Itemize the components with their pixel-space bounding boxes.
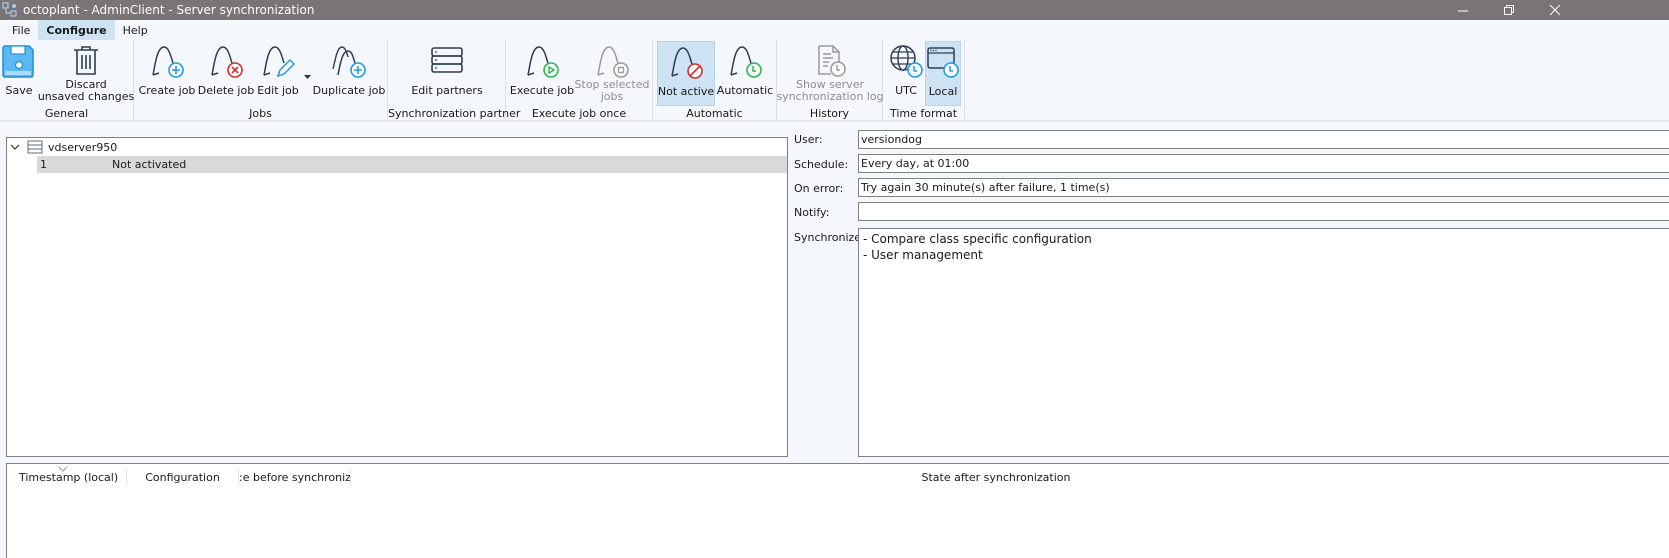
local-label: Local <box>928 85 958 98</box>
edit-job-icon <box>260 43 296 79</box>
automatic-label: Automatic <box>716 84 774 97</box>
app-icon <box>2 2 18 18</box>
ribbon-group-automatic: Not active Automatic Automatic <box>653 40 777 122</box>
job-id: 1 <box>40 158 47 171</box>
close-button[interactable] <box>1532 0 1578 20</box>
synchronize-list[interactable]: - Compare class specific configuration -… <box>858 228 1669 457</box>
edit-job-button[interactable]: Edit job <box>256 41 300 106</box>
duplicate-job-icon <box>331 43 367 79</box>
job-tree: vdserver950 1 Not activated <box>6 137 788 457</box>
on-error-field[interactable]: Try again 30 minute(s) after failure, 1 … <box>858 178 1669 197</box>
schedule-label: Schedule: <box>794 158 849 171</box>
group-label-automatic: Automatic <box>686 107 743 120</box>
group-label-history: History <box>809 107 850 120</box>
stop-job-icon <box>594 43 630 79</box>
trash-icon <box>68 43 104 79</box>
synchronize-item: - Compare class specific configuration <box>863 232 1092 246</box>
edit-partners-label: Edit partners <box>411 84 483 97</box>
stop-selected-jobs-button[interactable]: Stop selected jobs <box>575 41 649 106</box>
group-label-time-format: Time format <box>889 107 958 120</box>
restore-icon <box>1504 5 1514 15</box>
edit-partners-button[interactable]: Edit partners <box>411 41 483 106</box>
automatic-clock-icon <box>727 43 763 79</box>
notify-label: Notify: <box>794 206 830 219</box>
ribbon-group-time-format: UTC Local Time format <box>883 40 965 122</box>
globe-clock-icon <box>888 43 924 79</box>
save-icon <box>1 43 37 79</box>
tree-job-row[interactable]: 1 Not activated <box>37 156 787 173</box>
group-label-general: General <box>44 107 89 120</box>
discard-changes-button[interactable]: Discard unsaved changes <box>38 41 134 106</box>
column-header-timestamp[interactable]: Timestamp (local) <box>19 468 127 486</box>
schedule-field[interactable]: Every day, at 01:00 <box>858 154 1669 173</box>
user-label: User: <box>794 133 823 146</box>
execute-job-label: Execute job <box>509 84 575 97</box>
ribbon-group-history: Show server synchronization log History <box>776 40 884 122</box>
log-document-icon <box>812 43 848 79</box>
synchronize-label: Synchronize: <box>794 231 865 244</box>
tree-node-server[interactable]: vdserver950 <box>7 138 787 156</box>
notify-field[interactable] <box>858 202 1669 221</box>
title-bar: octoplant - AdminClient - Server synchro… <box>0 0 1669 20</box>
ribbon-group-general: Save Discard unsaved changes General <box>0 40 134 122</box>
stop-selected-label-line2: jobs <box>600 90 624 103</box>
save-button[interactable]: Save <box>2 41 36 106</box>
ribbon-group-execute-job-once: Execute job Stop selected jobs Execute j… <box>506 40 653 122</box>
not-active-icon <box>668 44 704 80</box>
window-clock-icon <box>925 44 961 80</box>
window-title: octoplant - AdminClient - Server synchro… <box>23 3 315 17</box>
create-job-icon <box>149 43 185 79</box>
delete-job-button[interactable]: Delete job <box>197 41 255 106</box>
group-label-execute-job-once: Execute job once <box>531 107 627 120</box>
duplicate-job-button[interactable]: Duplicate job <box>312 41 386 106</box>
group-label-synchronization-partner: Synchronization partner <box>388 107 521 120</box>
execute-job-button[interactable]: Execute job <box>509 41 575 106</box>
menu-file[interactable]: File <box>4 20 38 40</box>
create-job-button[interactable]: Create job <box>138 41 196 106</box>
server-icon <box>27 140 43 154</box>
not-active-button[interactable]: Not active <box>657 41 715 106</box>
on-error-label: On error: <box>794 182 844 195</box>
execute-job-icon <box>524 43 560 79</box>
user-field[interactable]: versiondog <box>858 130 1669 149</box>
not-active-label: Not active <box>657 85 715 98</box>
column-header-configuration[interactable]: Configuration <box>127 468 239 486</box>
ribbon-group-synchronization-partner: Edit partners Synchronization partner <box>388 40 521 122</box>
restore-button[interactable] <box>1486 0 1532 20</box>
show-log-label-line2: synchronization log <box>776 90 884 103</box>
server-list-icon <box>429 43 465 79</box>
menu-help[interactable]: Help <box>115 20 156 40</box>
edit-job-label: Edit job <box>257 84 299 97</box>
utc-label: UTC <box>895 84 917 97</box>
utc-button[interactable]: UTC <box>887 41 925 106</box>
menu-bar: File Configure Help <box>0 20 1669 40</box>
automatic-button[interactable]: Automatic <box>717 41 773 106</box>
minimize-button[interactable] <box>1440 0 1486 20</box>
job-status: Not activated <box>112 158 187 171</box>
local-button[interactable]: Local <box>925 41 961 106</box>
close-icon <box>1549 4 1561 16</box>
chevron-down-icon[interactable] <box>10 143 24 151</box>
create-job-label: Create job <box>138 84 196 97</box>
synchronize-item: - User management <box>863 248 983 262</box>
duplicate-job-label: Duplicate job <box>312 84 386 97</box>
delete-job-icon <box>208 43 244 79</box>
save-label: Save <box>5 84 33 97</box>
column-header-state-after[interactable]: State after synchronization <box>351 468 1641 486</box>
group-label-jobs: Jobs <box>249 107 272 120</box>
sync-log-table: Timestamp (local) Configuration :e befor… <box>6 463 1669 558</box>
show-sync-log-button[interactable]: Show server synchronization log <box>776 41 884 106</box>
caret-down-icon <box>304 75 311 79</box>
server-name: vdserver950 <box>48 140 118 154</box>
menu-configure[interactable]: Configure <box>38 20 115 40</box>
column-header-state-before[interactable]: :e before synchronizat <box>239 468 351 486</box>
ribbon: Save Discard unsaved changes General Cre… <box>0 40 1669 122</box>
minimize-icon <box>1458 10 1468 12</box>
edit-job-dropdown[interactable] <box>304 70 312 79</box>
discard-label-line2: unsaved changes <box>37 90 135 103</box>
ribbon-group-jobs: Create job Delete job Edit job Duplicate… <box>134 40 388 122</box>
delete-job-label: Delete job <box>197 84 255 97</box>
